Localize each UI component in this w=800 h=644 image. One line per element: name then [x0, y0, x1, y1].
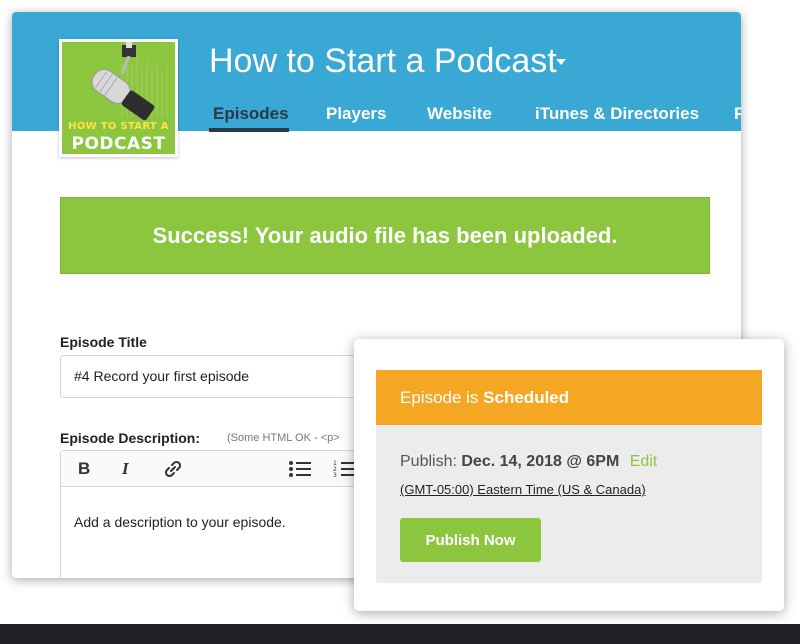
publish-date: Dec. 14, 2018 @ 6PM [461, 453, 620, 470]
status-badge: Scheduled [483, 388, 570, 407]
schedule-card: Episode is Scheduled Publish: Dec. 14, 2… [376, 370, 762, 583]
podcast-title[interactable]: How to Start a Podcast [209, 42, 557, 81]
edit-link[interactable]: Edit [630, 453, 658, 470]
status-prefix: Episode is [400, 388, 484, 407]
episode-title-label: Episode Title [60, 334, 147, 350]
publish-now-button[interactable]: Publish Now [400, 518, 541, 562]
status-header: Episode is Scheduled [376, 370, 762, 425]
tab-partial[interactable]: P [734, 104, 741, 124]
bold-button[interactable]: B [78, 458, 90, 480]
success-banner: Success! Your audio file has been upload… [60, 197, 710, 274]
tab-episodes[interactable]: Episodes [213, 104, 289, 124]
timezone-link[interactable]: (GMT-05:00) Eastern Time (US & Canada) [400, 482, 646, 497]
link-icon[interactable] [162, 458, 184, 480]
description-hint: (Some HTML OK - <p> [227, 432, 340, 444]
schedule-popup: Episode is Scheduled Publish: Dec. 14, 2… [354, 339, 784, 611]
publish-label: Publish: [400, 453, 457, 470]
active-tab-indicator [209, 128, 289, 132]
tab-website[interactable]: Website [427, 104, 492, 124]
bottom-bar [0, 624, 800, 644]
caret-down-icon[interactable] [556, 59, 566, 65]
tab-players[interactable]: Players [326, 104, 387, 124]
artwork-line1: HOW TO START A [68, 121, 169, 132]
episode-description-label: Episode Description: [60, 430, 201, 446]
publish-line: Publish: Dec. 14, 2018 @ 6PM Edit [400, 453, 657, 471]
svg-text:3: 3 [333, 472, 337, 479]
tab-itunes-directories[interactable]: iTunes & Directories [535, 104, 699, 124]
description-placeholder: Add a description to your episode. [74, 514, 286, 530]
podcast-artwork: HOW TO START A PODCAST [59, 39, 178, 157]
italic-button[interactable]: I [122, 458, 129, 480]
artwork-line2: PODCAST [71, 134, 166, 154]
bulleted-list-icon[interactable] [287, 458, 313, 480]
